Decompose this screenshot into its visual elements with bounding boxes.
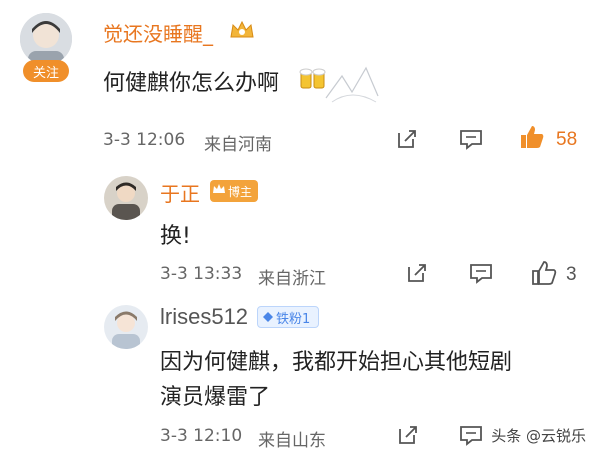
- badge-label: 铁粉1: [276, 311, 311, 327]
- like-icon[interactable]: [530, 259, 558, 287]
- decorative-sketch-icon: [322, 58, 382, 108]
- comment-location: 来自河南: [204, 135, 272, 155]
- comment-text-line-1: 因为何健麒，我都开始担心其他短剧: [160, 350, 513, 375]
- avatar[interactable]: [104, 305, 148, 349]
- avatar[interactable]: [104, 176, 148, 220]
- comment-time: 3-3 13:33: [160, 264, 243, 284]
- follow-button[interactable]: 关注: [23, 60, 69, 82]
- reply-icon[interactable]: [468, 261, 494, 285]
- comment-time: 3-3 12:06: [103, 130, 186, 150]
- reply-icon[interactable]: [458, 127, 484, 151]
- comment-time: 3-3 12:10: [160, 426, 243, 446]
- username[interactable]: 于正: [160, 178, 200, 207]
- username[interactable]: lrises512: [160, 304, 248, 330]
- blogger-badge: 博主: [210, 180, 259, 202]
- crown-badge-icon: [228, 19, 256, 41]
- diamond-icon: [262, 311, 274, 327]
- badge-label: 博主: [228, 184, 253, 199]
- like-icon[interactable]: [518, 123, 546, 151]
- comment-text: 换!: [160, 224, 191, 249]
- crown-icon: [212, 182, 226, 199]
- share-icon[interactable]: [395, 127, 419, 151]
- avatar[interactable]: [20, 13, 72, 65]
- watermark: 头条 @云锐乐: [491, 427, 586, 445]
- share-icon[interactable]: [396, 423, 420, 447]
- share-icon[interactable]: [405, 261, 429, 285]
- comment-text-line-2: 演员爆雷了: [160, 385, 271, 410]
- username[interactable]: 觉还没睡醒_: [103, 18, 213, 47]
- reply-icon[interactable]: [458, 423, 484, 447]
- comment-location: 来自浙江: [258, 269, 326, 289]
- fan-badge: 铁粉1: [257, 306, 320, 328]
- like-count: 3: [566, 264, 577, 285]
- comment-text: 何健麒你怎么办啊: [103, 71, 280, 96]
- like-count: 58: [556, 129, 578, 150]
- comment-location: 来自山东: [258, 431, 326, 451]
